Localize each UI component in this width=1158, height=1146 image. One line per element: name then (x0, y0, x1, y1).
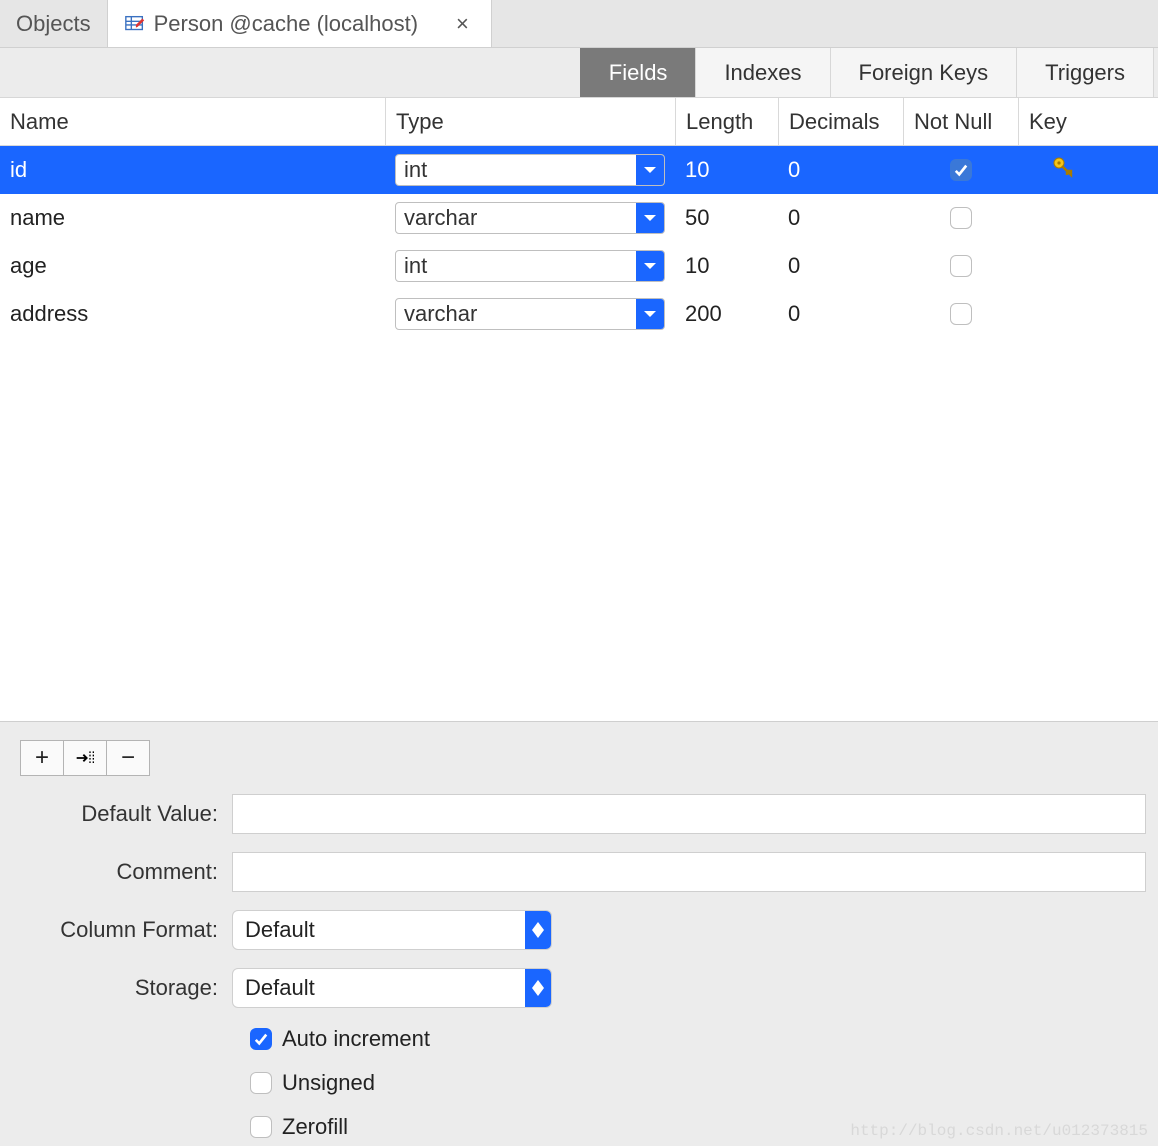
not-null-checkbox[interactable] (950, 303, 972, 325)
unsigned-label: Unsigned (282, 1070, 375, 1096)
add-field-button[interactable]: + (20, 740, 64, 776)
column-format-value: Default (233, 917, 525, 943)
field-length[interactable]: 10 (675, 146, 778, 194)
field-name[interactable]: address (0, 290, 385, 338)
fields-toolbar: + − (0, 730, 1158, 786)
field-decimals[interactable]: 0 (778, 146, 903, 194)
primary-key-icon (1051, 155, 1075, 185)
field-type-value: varchar (396, 301, 636, 327)
table-row[interactable]: ageint 100 (0, 242, 1158, 290)
column-format-select[interactable]: Default (232, 910, 552, 950)
field-decimals[interactable]: 0 (778, 290, 903, 338)
field-name[interactable]: name (0, 194, 385, 242)
fields-grid: Name Type Length Decimals Not Null Key i… (0, 98, 1158, 721)
chevron-down-icon (636, 251, 664, 281)
chevron-down-icon (636, 299, 664, 329)
field-notnull-cell (903, 194, 1018, 242)
field-name[interactable]: id (0, 146, 385, 194)
unsigned-checkbox[interactable] (250, 1072, 272, 1094)
auto-increment-checkbox[interactable] (250, 1028, 272, 1050)
subtab-indexes[interactable]: Indexes (695, 48, 830, 97)
subtab-triggers[interactable]: Triggers (1016, 48, 1154, 97)
table-row[interactable]: address varchar 2000 (0, 290, 1158, 338)
field-type-value: varchar (396, 205, 636, 231)
field-key-cell[interactable] (1018, 242, 1108, 290)
field-type-cell: int (385, 242, 675, 290)
not-null-checkbox[interactable] (950, 207, 972, 229)
field-notnull-cell (903, 146, 1018, 194)
field-length[interactable]: 50 (675, 194, 778, 242)
insert-field-button[interactable] (63, 740, 107, 776)
column-format-label: Column Format: (12, 917, 232, 943)
tab-label: Objects (16, 11, 91, 37)
field-decimals[interactable]: 0 (778, 194, 903, 242)
field-key-cell[interactable] (1018, 194, 1108, 242)
not-null-checkbox[interactable] (950, 159, 972, 181)
col-notnull[interactable]: Not Null (903, 98, 1018, 145)
storage-select[interactable]: Default (232, 968, 552, 1008)
chevron-down-icon (636, 155, 664, 185)
field-type-cell: varchar (385, 290, 675, 338)
storage-value: Default (233, 975, 525, 1001)
structure-subtabs: Fields Indexes Foreign Keys Triggers (0, 48, 1158, 98)
table-row[interactable]: name varchar 500 (0, 194, 1158, 242)
field-length[interactable]: 10 (675, 242, 778, 290)
field-type-select[interactable]: varchar (395, 202, 665, 234)
comment-label: Comment: (12, 859, 232, 885)
field-type-select[interactable]: int (395, 154, 665, 186)
field-type-value: int (396, 253, 636, 279)
field-decimals[interactable]: 0 (778, 242, 903, 290)
col-decimals[interactable]: Decimals (778, 98, 903, 145)
zerofill-label: Zerofill (282, 1114, 348, 1140)
tab-label: Person @cache (localhost) (154, 11, 418, 37)
storage-label: Storage: (12, 975, 232, 1001)
tab-table-person[interactable]: Person @cache (localhost) × (108, 0, 492, 47)
stepper-arrows-icon (525, 911, 551, 949)
zerofill-checkbox[interactable] (250, 1116, 272, 1138)
field-notnull-cell (903, 290, 1018, 338)
field-type-select[interactable]: varchar (395, 298, 665, 330)
subtab-foreign-keys[interactable]: Foreign Keys (830, 48, 1018, 97)
delete-field-button[interactable]: − (106, 740, 150, 776)
field-properties-panel: + − Default Value: Comment: Column Forma… (0, 721, 1158, 1140)
field-length[interactable]: 200 (675, 290, 778, 338)
insert-row-icon (75, 748, 95, 768)
col-name[interactable]: Name (0, 98, 385, 145)
field-type-cell: varchar (385, 194, 675, 242)
not-null-checkbox[interactable] (950, 255, 972, 277)
field-key-cell[interactable] (1018, 290, 1108, 338)
default-value-label: Default Value: (12, 801, 232, 827)
chevron-down-icon (636, 203, 664, 233)
field-notnull-cell (903, 242, 1018, 290)
close-icon[interactable]: × (450, 9, 475, 39)
table-edit-icon (124, 13, 146, 35)
field-type-value: int (396, 157, 636, 183)
field-type-cell: int (385, 146, 675, 194)
tab-objects[interactable]: Objects (0, 0, 108, 47)
comment-input[interactable] (232, 852, 1146, 892)
table-row[interactable]: idint 100 (0, 146, 1158, 194)
col-length[interactable]: Length (675, 98, 778, 145)
subtab-fields[interactable]: Fields (580, 48, 697, 97)
field-name[interactable]: age (0, 242, 385, 290)
grid-header: Name Type Length Decimals Not Null Key (0, 98, 1158, 146)
stepper-arrows-icon (525, 969, 551, 1007)
col-key[interactable]: Key (1018, 98, 1108, 145)
auto-increment-label: Auto increment (282, 1026, 430, 1052)
window-tabs: Objects Person @cache (localhost) × (0, 0, 1158, 48)
field-type-select[interactable]: int (395, 250, 665, 282)
default-value-input[interactable] (232, 794, 1146, 834)
field-key-cell[interactable] (1018, 146, 1108, 194)
col-type[interactable]: Type (385, 98, 675, 145)
